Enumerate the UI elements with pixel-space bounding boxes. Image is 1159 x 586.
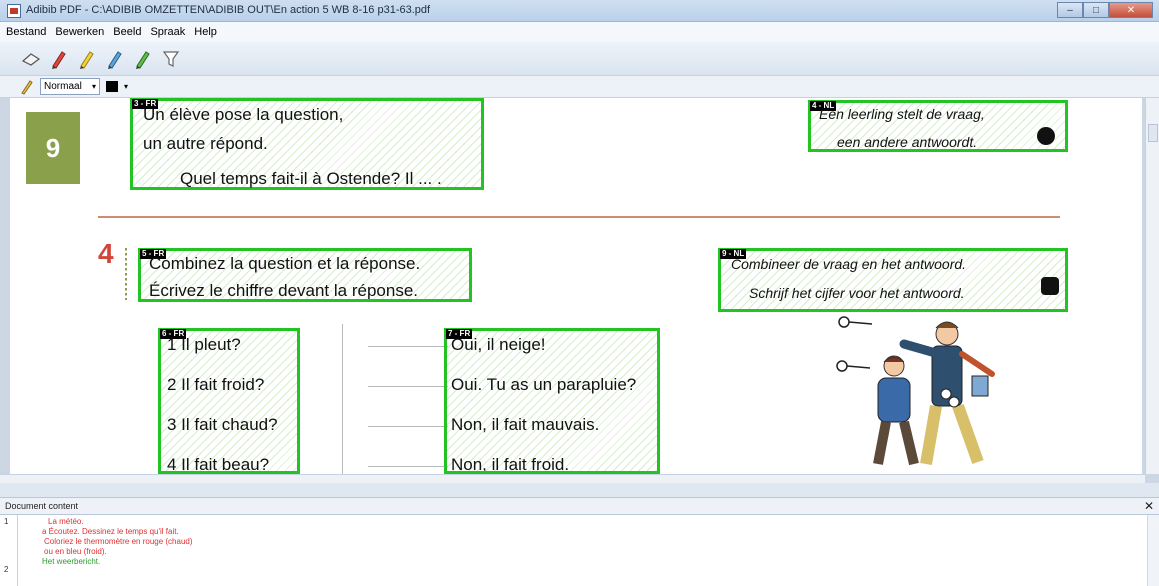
vertical-scrollbar[interactable]: [1145, 98, 1159, 474]
eraser-icon[interactable]: [20, 48, 42, 70]
menu-help[interactable]: Help: [194, 26, 217, 38]
document-viewer: 9 3 - FR Un élève pose la question, un a…: [0, 98, 1159, 483]
style-select[interactable]: Normaal ▾: [40, 78, 100, 95]
content-line: a Écoutez. Dessinez le temps qu'il fait.: [42, 527, 179, 536]
pencil-box-icon: [1041, 277, 1059, 295]
region-line: Oui. Tu as un parapluie?: [451, 375, 637, 394]
column-divider: [342, 324, 343, 474]
region-line: Écrivez le chiffre devant la réponse.: [149, 281, 418, 299]
children-illustration: [836, 316, 995, 466]
region-line: een andere antwoordt.: [837, 134, 978, 150]
content-line: Coloriez le thermomètre en rouge (chaud): [44, 537, 193, 546]
chevron-down-icon: ▾: [91, 82, 96, 91]
exercise-number: 4: [98, 238, 114, 269]
window-controls: – □ ✕: [1057, 2, 1153, 18]
region-line: un autre répond.: [143, 134, 268, 153]
app-icon: [7, 4, 21, 18]
menu-bewerken[interactable]: Bewerken: [55, 26, 104, 38]
region-line: Oui, il neige!: [451, 335, 546, 354]
content-line: La météo.: [48, 517, 84, 526]
text-region[interactable]: 7 - FR Oui, il neige! Oui. Tu as un para…: [444, 328, 660, 474]
style-value: Normaal: [44, 81, 82, 92]
region-line: Un élève pose la question,: [143, 105, 344, 124]
title-bar: Adibib PDF - C:\ADIBIB OMZETTEN\ADIBIB O…: [0, 0, 1159, 22]
line-gutter: 1 2: [0, 515, 18, 586]
tool-toolbar: [0, 42, 1159, 76]
document-content-panel[interactable]: 1 2 La météo. a Écoutez. Dessinez le tem…: [0, 515, 1159, 586]
scroll-thumb[interactable]: [1148, 124, 1158, 142]
section-divider: [98, 216, 1060, 218]
answer-line: [368, 386, 448, 387]
region-line: Non, il fait froid.: [451, 455, 570, 471]
region-line: Non, il fait mauvais.: [451, 415, 600, 434]
answer-line: [368, 426, 448, 427]
text-region[interactable]: 6 - FR 1 Il pleut? 2 Il fait froid? 3 Il…: [158, 328, 300, 474]
pdf-page: 9 3 - FR Un élève pose la question, un a…: [10, 98, 1142, 474]
window-title: Adibib PDF - C:\ADIBIB OMZETTEN\ADIBIB O…: [26, 4, 431, 16]
line-number: 1: [4, 517, 9, 526]
green-marker-icon[interactable]: [132, 48, 154, 70]
yellow-marker-icon[interactable]: [76, 48, 98, 70]
region-line: Quel temps fait-il à Ostende? Il ... .: [180, 169, 442, 188]
minimize-button[interactable]: –: [1057, 2, 1083, 18]
answer-line: [368, 346, 448, 347]
text-region[interactable]: 9 - NL Combineer de vraag en het antwoor…: [718, 248, 1068, 312]
pencil-icon[interactable]: [20, 79, 34, 95]
region-line: 2 Il fait froid?: [167, 375, 265, 394]
close-icon[interactable]: ✕: [1144, 499, 1154, 513]
panel-scrollbar[interactable]: [1147, 515, 1159, 586]
region-line: Een leerling stelt de vraag,: [819, 106, 985, 122]
dotted-marker: [125, 248, 127, 300]
speech-icon: [1037, 127, 1055, 145]
style-toolbar: Normaal ▾ ▾: [0, 76, 1159, 98]
menu-bar: Bestand Bewerken Beeld Spraak Help: [0, 22, 1159, 42]
chevron-down-icon[interactable]: ▾: [124, 82, 128, 91]
panel-title: Document content: [5, 501, 79, 511]
answer-line: [368, 466, 448, 467]
maximize-button[interactable]: □: [1083, 2, 1109, 18]
region-line: 1 Il pleut?: [167, 335, 241, 354]
content-line: ou en bleu (froid).: [44, 547, 107, 556]
funnel-icon[interactable]: [160, 48, 182, 70]
region-line: Schrijf het cijfer voor het antwoord.: [749, 285, 965, 301]
region-line: 3 Il fait chaud?: [167, 415, 278, 434]
red-marker-icon[interactable]: [48, 48, 70, 70]
horizontal-scrollbar[interactable]: [0, 474, 1145, 483]
menu-bestand[interactable]: Bestand: [6, 26, 46, 38]
text-region[interactable]: 3 - FR Un élève pose la question, un aut…: [130, 98, 484, 190]
color-swatch[interactable]: [106, 81, 118, 92]
line-number: 2: [4, 565, 9, 574]
close-button[interactable]: ✕: [1109, 2, 1153, 18]
blue-marker-icon[interactable]: [104, 48, 126, 70]
region-line: Combineer de vraag en het antwoord.: [731, 256, 967, 272]
content-line: Het weerbericht.: [42, 557, 101, 566]
document-content-header: Document content ✕: [0, 497, 1159, 515]
region-line: Combinez la question et la réponse.: [149, 254, 421, 273]
region-line: 4 Il fait beau?: [167, 455, 270, 471]
text-region[interactable]: 4 - NL Een leerling stelt de vraag, een …: [808, 100, 1068, 152]
menu-beeld[interactable]: Beeld: [113, 26, 141, 38]
text-region[interactable]: 5 - FR Combinez la question et la répons…: [138, 248, 472, 302]
menu-spraak[interactable]: Spraak: [150, 26, 185, 38]
lesson-number: 9: [26, 112, 80, 184]
